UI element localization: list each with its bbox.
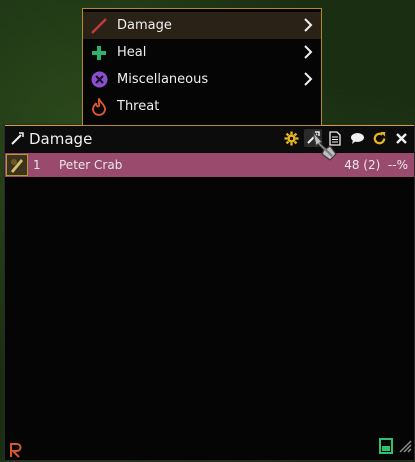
damage-meter-window: Damage 1 Peter Crab 48 (2) --% (4, 124, 415, 461)
reset-icon[interactable] (370, 129, 388, 147)
sword-icon (89, 16, 109, 36)
class-icon (6, 154, 28, 176)
table-row[interactable]: 1 Peter Crab 48 (2) --% (5, 153, 414, 177)
bottom-toolbar (378, 438, 412, 458)
close-icon[interactable] (392, 129, 410, 147)
row-rank: 1 (33, 158, 41, 172)
row-player-name: Peter Crab (59, 158, 123, 172)
x-circle-icon (89, 70, 109, 90)
menu-item-label: Threat (117, 99, 160, 114)
menu-item-heal[interactable]: Heal (83, 39, 321, 66)
mode-dropdown-menu: Damage Heal Miscellaneous Threat (82, 8, 322, 126)
meter-title: Damage (29, 130, 93, 148)
chevron-right-icon (304, 72, 313, 86)
chat-icon[interactable] (348, 129, 366, 147)
chevron-right-icon (304, 18, 313, 32)
menu-item-threat[interactable]: Threat (83, 93, 321, 120)
addon-logo-icon[interactable] (8, 442, 24, 458)
mouse-cursor-icon (310, 129, 340, 162)
flame-icon (89, 97, 109, 117)
chevron-right-icon (304, 45, 313, 59)
gear-icon[interactable] (282, 129, 300, 147)
menu-item-label: Heal (117, 45, 147, 60)
plus-icon (89, 43, 109, 63)
meter-titlebar[interactable]: Damage (5, 125, 414, 152)
menu-item-label: Damage (117, 18, 172, 33)
meter-toolbar (282, 129, 410, 147)
sword-icon (10, 132, 24, 146)
menu-item-label: Miscellaneous (117, 72, 209, 87)
row-value: 48 (2) --% (344, 158, 408, 172)
menu-item-miscellaneous[interactable]: Miscellaneous (83, 66, 321, 93)
resize-grip-icon[interactable] (398, 438, 412, 458)
segment-icon[interactable] (378, 438, 394, 458)
menu-item-damage[interactable]: Damage (83, 12, 321, 39)
